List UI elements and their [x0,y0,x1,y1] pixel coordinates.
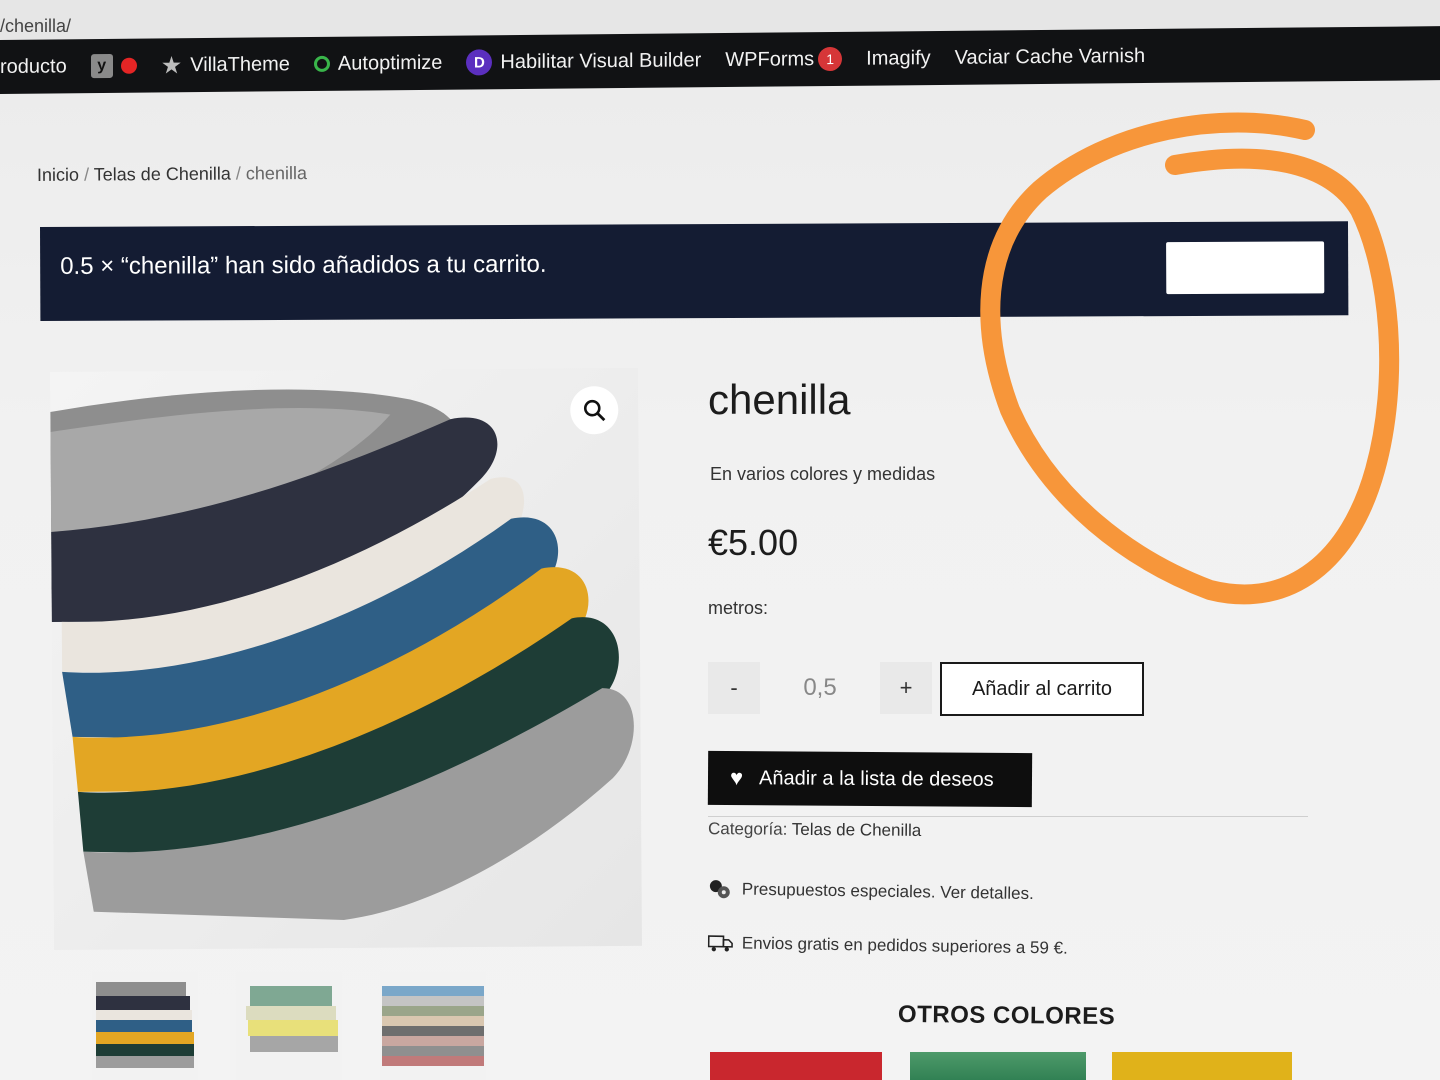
divi-icon: D [466,49,493,76]
free-shipping-info: Envios gratis en pedidos superiores a 59… [707,932,1068,960]
admin-bar-label-imagify: Imagify [866,46,931,70]
admin-bar-item-imagify[interactable]: Imagify [866,47,930,71]
breadcrumb-category-link[interactable]: Telas de Chenilla [94,164,231,185]
quantity-increase-button[interactable]: + [880,662,932,714]
admin-bar-label-wpforms: WPForms [725,47,815,71]
free-shipping-text: Envios gratis en pedidos superiores a 59… [741,933,1068,958]
cart-notice: 0.5 × “chenilla” han sido añadidos a tu … [40,221,1349,321]
star-icon: ★ [160,51,183,79]
wishlist-button-label: Añadir a la lista de deseos [758,766,994,791]
quantity-input[interactable] [764,662,876,714]
admin-bar-item-seo[interactable]: y [90,53,137,79]
quantity-label: metros: [708,598,769,618]
seo-status-dot-icon [120,57,137,74]
breadcrumb-home-link[interactable]: Inicio [37,165,79,185]
color-swatch-green[interactable] [910,1052,1086,1080]
admin-bar-label-villatheme: VillaTheme [190,52,290,76]
special-budget-text: Presupuestos especiales. Ver detalles. [741,879,1034,904]
product-short-description: En varios colores y medidas [710,464,936,484]
fabric-thumbnail-image [92,972,198,1080]
admin-bar-item-villatheme[interactable]: ★ VillaTheme [161,50,290,80]
admin-bar-label-product: roducto [0,54,67,78]
product-title: chenilla [708,376,851,423]
breadcrumb: Inicio / Telas de Chenilla / chenilla [37,163,307,186]
add-to-cart-button[interactable]: Añadir al carrito [940,662,1144,716]
category-link[interactable]: Telas de Chenilla [792,820,922,840]
other-colors-heading: OTROS COLORES [897,1000,1116,1031]
color-swatch-red[interactable] [710,1052,882,1080]
heart-icon: ♥ [729,765,744,791]
admin-bar-label-visual-builder: Habilitar Visual Builder [500,48,702,73]
search-icon [583,399,606,422]
product-category: Categoría: Telas de Chenilla [708,819,921,841]
product-thumbnail[interactable] [380,972,486,1080]
breadcrumb-separator: / [83,164,90,185]
autoptimize-status-icon [313,55,330,72]
view-cart-button[interactable] [1166,241,1325,295]
category-label: Categoría: [707,819,788,839]
color-swatch-yellow[interactable] [1112,1052,1292,1080]
fabric-stack-image [50,389,634,920]
admin-bar-item-wpforms[interactable]: WPForms 1 [725,46,843,72]
fabric-thumbnail-image [380,972,486,1080]
url-text: /chenilla/ [0,16,72,36]
zoom-button[interactable] [570,386,619,435]
yoast-icon: y [90,53,113,79]
fabric-thumbnail-image [236,972,342,1080]
admin-bar-label-autoptimize: Autoptimize [337,51,443,75]
page: /chenilla/ roducto y ★ VillaTheme Autopt… [0,0,1440,1080]
product-thumbnail[interactable] [236,972,342,1080]
admin-bar-label-varnish: Vaciar Cache Varnish [954,44,1146,69]
admin-bar-item-visual-builder[interactable]: D Habilitar Visual Builder [466,47,702,76]
fabric-roll-icon [709,880,730,899]
product-thumbnail[interactable] [92,972,198,1080]
breadcrumb-current: chenilla [245,163,308,184]
notification-badge: 1 [818,46,843,72]
truck-icon [707,935,733,952]
special-budget-info[interactable]: Presupuestos especiales. Ver detalles. [708,878,1034,905]
admin-bar-item-product[interactable]: roducto [0,55,67,79]
admin-bar-item-autoptimize[interactable]: Autoptimize [313,51,443,75]
product-main-image[interactable] [50,367,643,950]
product-price: €5.00 [708,522,799,563]
add-to-wishlist-button[interactable]: ♥ Añadir a la lista de deseos [707,750,1033,808]
cart-notice-message: 0.5 × “chenilla” han sido añadidos a tu … [60,250,547,280]
divider [708,816,1308,817]
quantity-decrease-button[interactable]: - [708,662,760,714]
admin-bar-item-varnish[interactable]: Vaciar Cache Varnish [955,45,1145,70]
breadcrumb-separator: / [235,163,241,184]
